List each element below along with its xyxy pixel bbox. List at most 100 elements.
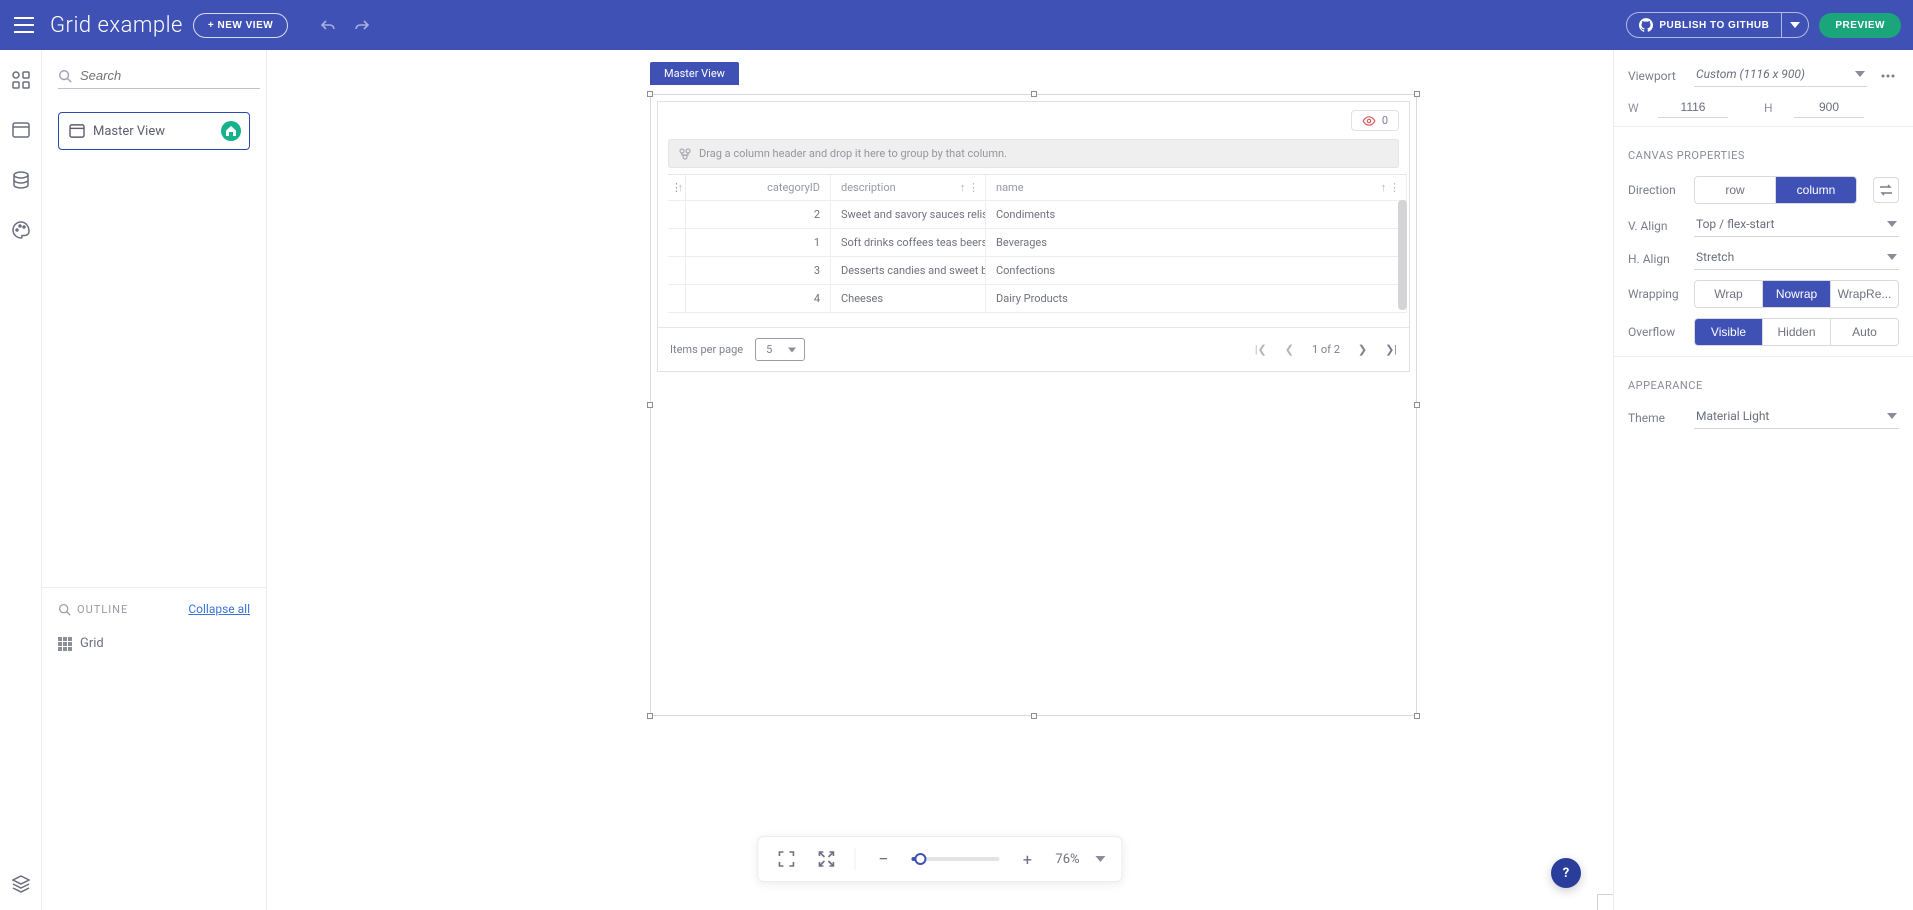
halign-select[interactable]: Stretch xyxy=(1694,247,1899,270)
direction-row-button[interactable]: row xyxy=(1695,177,1776,203)
wrapping-segmented: Wrap Nowrap WrapRe... xyxy=(1694,280,1899,308)
pager: Items per page 5 |❮ ❮ 1 of 2 ❯ ❯| xyxy=(658,327,1409,371)
overflow-auto-button[interactable]: Auto xyxy=(1831,319,1898,345)
preview-button[interactable]: PREVIEW xyxy=(1819,13,1901,38)
table-row[interactable]: 2Sweet and savory sauces relishes sp...C… xyxy=(668,201,1407,229)
overflow-segmented: Visible Hidden Auto xyxy=(1694,318,1899,346)
zoom-bar: − + 76% xyxy=(757,836,1122,882)
canvas-area[interactable]: Master View 0 Drag a column header and d… xyxy=(267,50,1613,910)
theme-select[interactable]: Material Light xyxy=(1694,406,1899,429)
items-per-page-label: Items per page xyxy=(670,343,743,356)
pager-next-icon[interactable]: ❯ xyxy=(1358,343,1367,356)
new-view-button[interactable]: + NEW VIEW xyxy=(193,13,288,38)
halign-label: H. Align xyxy=(1628,252,1684,266)
outline-header: OUTLINE Collapse all xyxy=(42,587,266,620)
valign-label: V. Align xyxy=(1628,219,1684,233)
zoom-dropdown-icon[interactable] xyxy=(1096,856,1106,862)
outline-title: OUTLINE xyxy=(77,603,128,616)
wrapreverse-button[interactable]: WrapRe... xyxy=(1831,281,1898,307)
column-drag-header[interactable]: ⋮↑ xyxy=(668,175,686,201)
fit-screen-icon[interactable] xyxy=(774,847,798,871)
outline-item-label: Grid xyxy=(80,636,104,651)
search-input[interactable] xyxy=(78,67,260,84)
overflow-visible-button[interactable]: Visible xyxy=(1695,319,1763,345)
nowrap-button[interactable]: Nowrap xyxy=(1763,281,1831,307)
rail-theme-icon[interactable] xyxy=(9,218,33,242)
table-row[interactable]: 3Desserts candies and sweet breadsConfec… xyxy=(668,257,1407,285)
view-item-master[interactable]: Master View xyxy=(58,112,250,150)
collapse-all-link[interactable]: Collapse all xyxy=(188,602,250,616)
top-bar: Grid example + NEW VIEW PUBLISH TO GITHU… xyxy=(0,0,1913,50)
viewport-label: Viewport xyxy=(1628,69,1684,83)
grid-component[interactable]: 0 Drag a column header and drop it here … xyxy=(657,101,1410,372)
wrapping-label: Wrapping xyxy=(1628,287,1684,301)
pager-prev-icon[interactable]: ❮ xyxy=(1285,343,1294,356)
zoom-slider[interactable] xyxy=(911,857,999,861)
eye-icon xyxy=(1362,116,1376,126)
height-input[interactable] xyxy=(1794,97,1864,118)
window-icon xyxy=(69,124,85,138)
search-icon xyxy=(58,69,72,83)
table-row[interactable]: 4CheesesDairy Products xyxy=(668,285,1407,313)
zoom-out-button[interactable]: − xyxy=(871,847,895,871)
width-label: W xyxy=(1628,101,1642,115)
redo-icon[interactable] xyxy=(350,13,374,37)
valign-select[interactable]: Top / flex-start xyxy=(1694,214,1899,237)
group-icon xyxy=(679,148,691,160)
resize-grip-icon xyxy=(1597,894,1613,910)
overflow-label: Overflow xyxy=(1628,325,1684,339)
wrap-button[interactable]: Wrap xyxy=(1695,281,1763,307)
group-by-bar[interactable]: Drag a column header and drop it here to… xyxy=(668,139,1399,168)
rail-components-icon[interactable] xyxy=(9,68,33,92)
view-name: Master View xyxy=(93,124,213,139)
rail-data-icon[interactable] xyxy=(9,168,33,192)
chevron-down-icon xyxy=(1790,22,1800,28)
github-icon xyxy=(1639,18,1653,32)
publish-options-button[interactable] xyxy=(1782,12,1809,38)
scrollbar[interactable] xyxy=(1398,200,1407,310)
column-header-id[interactable]: categoryID xyxy=(686,175,831,201)
direction-label: Direction xyxy=(1628,183,1684,197)
viewport-select[interactable]: Custom (1116 x 900) xyxy=(1694,64,1867,87)
hidden-columns-badge[interactable]: 0 xyxy=(1351,110,1399,131)
app-title: Grid example xyxy=(50,13,183,38)
views-search[interactable] xyxy=(58,67,260,89)
direction-segmented: row column xyxy=(1694,176,1857,204)
items-per-page-select[interactable]: 5 xyxy=(755,338,805,361)
column-header-name[interactable]: name↑ ⋮ xyxy=(986,175,1407,201)
outline-item[interactable]: Grid xyxy=(58,632,250,655)
rail-views-icon[interactable] xyxy=(9,118,33,142)
chevron-down-icon xyxy=(1887,254,1897,260)
column-header-description[interactable]: description↑ ⋮ xyxy=(831,175,986,201)
theme-label: Theme xyxy=(1628,411,1684,425)
views-panel: Master View OUTLINE Collapse all Grid xyxy=(42,50,267,910)
section-appearance: APPEARANCE xyxy=(1628,379,1899,392)
menu-icon[interactable] xyxy=(12,13,36,37)
artboard-label: Master View xyxy=(650,62,739,85)
pager-last-icon[interactable]: ❯| xyxy=(1385,343,1397,356)
pager-pages: 1 of 2 xyxy=(1312,343,1340,356)
viewport-more-icon[interactable] xyxy=(1877,74,1899,78)
chevron-down-icon xyxy=(1887,413,1897,419)
direction-column-button[interactable]: column xyxy=(1776,177,1856,203)
publish-github-button[interactable]: PUBLISH TO GITHUB xyxy=(1626,12,1782,38)
fullscreen-icon[interactable] xyxy=(814,847,838,871)
zoom-value: 76% xyxy=(1055,852,1079,867)
chevron-down-icon xyxy=(1855,71,1865,77)
table-row[interactable]: 1Soft drinks coffees teas beers and al..… xyxy=(668,229,1407,257)
artboard[interactable]: Master View 0 Drag a column header and d… xyxy=(651,95,1416,715)
grid-icon xyxy=(58,637,72,651)
pager-first-icon[interactable]: |❮ xyxy=(1255,343,1267,356)
rail-layers-icon[interactable] xyxy=(9,872,33,896)
overflow-hidden-button[interactable]: Hidden xyxy=(1763,319,1831,345)
section-canvas-props: CANVAS PROPERTIES xyxy=(1628,149,1899,162)
width-input[interactable] xyxy=(1658,97,1728,118)
home-badge-icon xyxy=(221,121,241,141)
undo-icon[interactable] xyxy=(316,13,340,37)
zoom-in-button[interactable]: + xyxy=(1015,847,1039,871)
properties-panel: Viewport Custom (1116 x 900) W H CANVAS … xyxy=(1613,50,1913,910)
help-fab[interactable]: ? xyxy=(1551,858,1581,888)
swap-axes-button[interactable] xyxy=(1873,177,1899,203)
data-grid[interactable]: ⋮↑ categoryID description↑ ⋮ name↑ ⋮ 2Sw… xyxy=(668,174,1407,313)
search-icon xyxy=(58,603,71,616)
